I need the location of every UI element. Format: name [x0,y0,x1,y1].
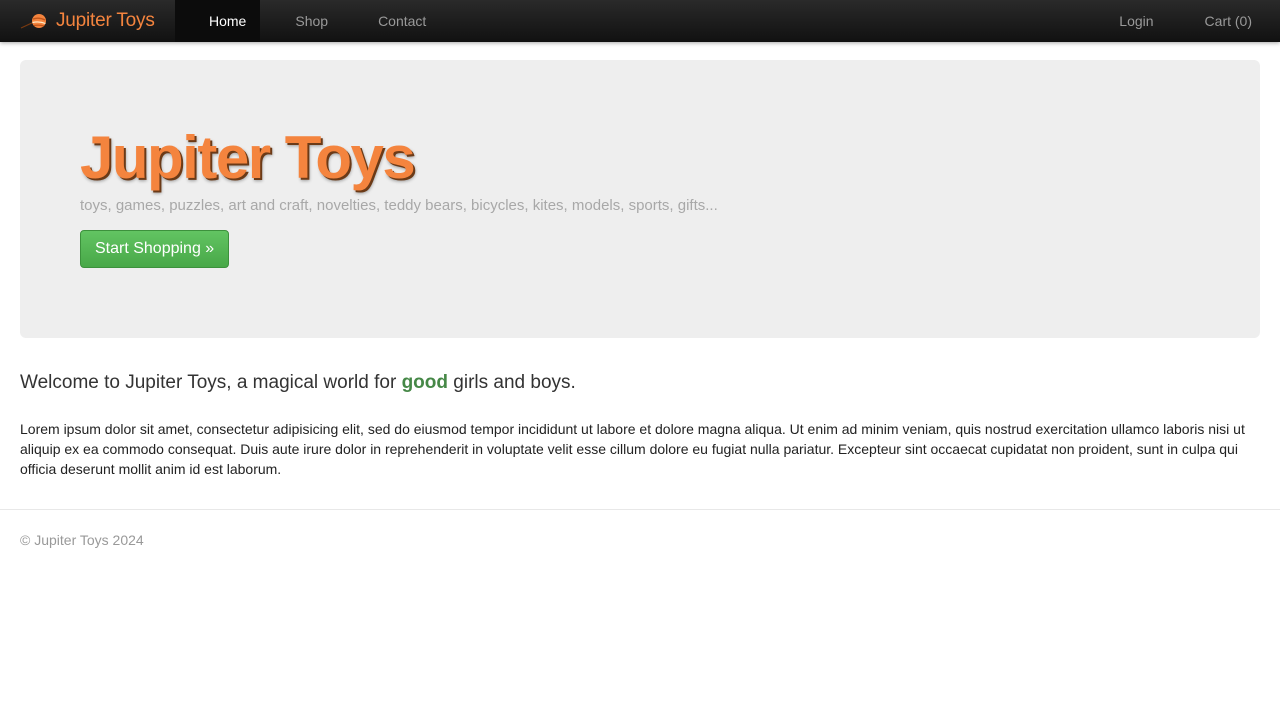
top-navbar: Jupiter Toys Home Shop Contact Login Car… [0,0,1280,42]
body-paragraph: Lorem ipsum dolor sit amet, consectetur … [20,421,1245,477]
nav-item-home[interactable]: Home [175,0,261,42]
nav-item-login[interactable]: Login [1119,0,1204,42]
footer-copyright: © Jupiter Toys 2024 [20,532,144,548]
hero-subtitle: toys, games, puzzles, art and craft, nov… [80,197,718,214]
start-shopping-button[interactable]: Start Shopping » [80,230,230,268]
nav-item-contact[interactable]: Contact [328,0,426,42]
welcome-prefix: Welcome to Jupiter Toys, a magical world… [20,372,402,393]
hero-banner: Jupiter Toys toys, games, puzzles, art a… [20,60,1260,338]
welcome-highlight: good [401,372,448,393]
brand-name: Jupiter Toys [56,10,155,31]
brand-link[interactable]: Jupiter Toys [0,0,175,42]
nav-item-cart[interactable]: Cart (0) [1205,0,1252,42]
nav-main: Home Shop Contact [175,0,426,42]
planet-icon [20,14,46,29]
welcome-suffix: girls and boys. [448,372,576,393]
nav-item-shop[interactable]: Shop [260,0,328,42]
footer-divider [0,509,1280,510]
hero-title: Jupiter Toys [80,124,416,191]
welcome-heading: Welcome to Jupiter Toys, a magical world… [20,372,576,394]
nav-user: Login Cart (0) [1119,0,1252,42]
